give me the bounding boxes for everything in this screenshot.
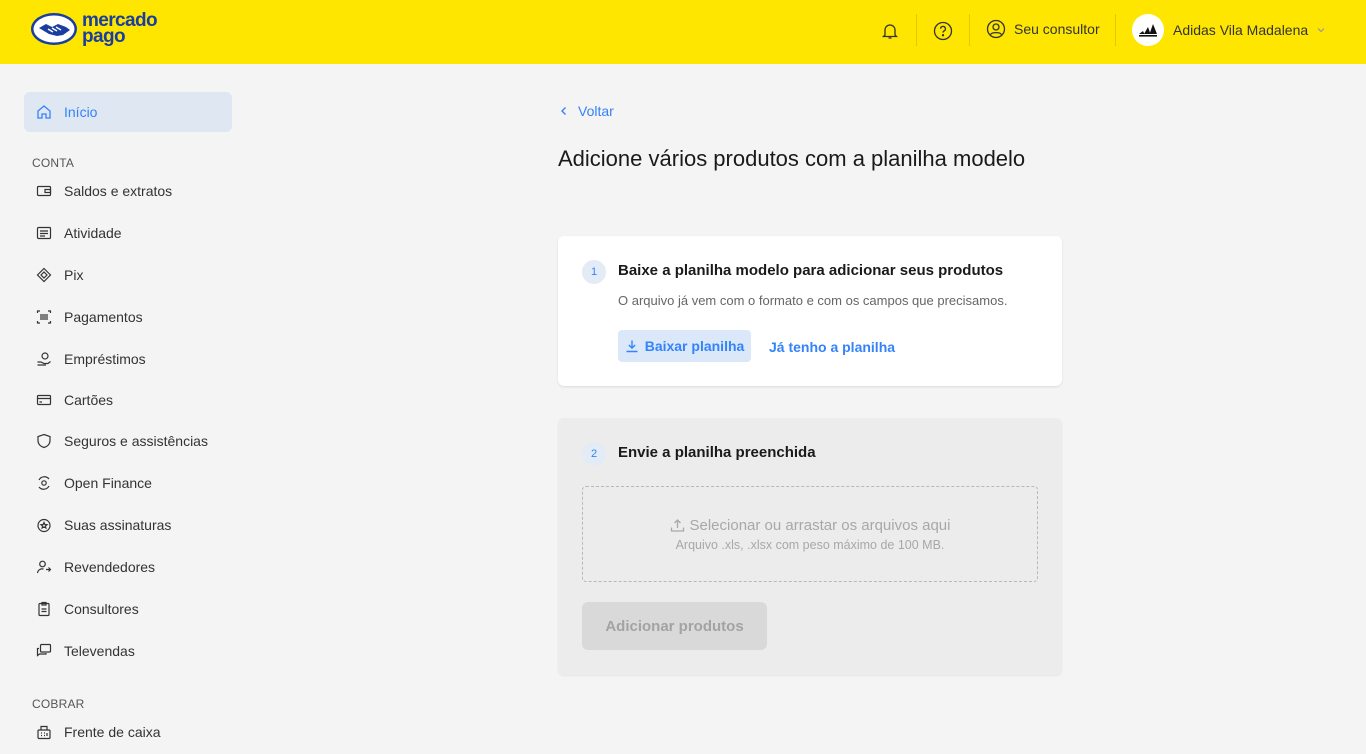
logo-line-2: pago: [82, 26, 126, 47]
section-title-cobrar: COBRAR: [32, 697, 85, 711]
consultor-button[interactable]: Seu consultor: [986, 19, 1100, 39]
question-circle-icon[interactable]: [932, 20, 954, 42]
list-icon: [36, 225, 52, 241]
download-icon: [626, 340, 638, 353]
sidebar-item-label: Revendedores: [64, 559, 156, 575]
upload-icon: [670, 518, 684, 532]
bell-icon[interactable]: [879, 20, 901, 42]
sidebar-item-label: Open Finance: [64, 475, 152, 491]
page-title: Adicione vários produtos com a planilha …: [558, 146, 1026, 171]
back-label: Voltar: [578, 103, 614, 119]
home-icon: [36, 104, 52, 120]
sidebar-item-label: Atividade: [64, 225, 122, 241]
sidebar-item-label: Início: [64, 104, 98, 120]
step-number-1: 1: [582, 260, 606, 284]
loan-icon: [36, 351, 52, 367]
sidebar-item-label: Empréstimos: [64, 351, 146, 367]
sidebar-item-pagamentos[interactable]: Pagamentos: [24, 297, 232, 337]
sidebar-item-emprestimos[interactable]: Empréstimos: [24, 339, 232, 379]
handshake-logo-icon: [31, 13, 77, 45]
sidebar-item-label: Seguros e assistências: [64, 433, 208, 449]
mercado-pago-logo[interactable]: mercado pago: [30, 11, 158, 47]
sidebar-item-televendas[interactable]: Televendas: [24, 631, 232, 671]
sidebar-item-pix[interactable]: Pix: [24, 255, 232, 295]
chat-icon: [36, 643, 52, 659]
dropzone-label: Selecionar ou arrastar os arquivos aqui: [689, 516, 951, 534]
header-divider: [916, 14, 917, 46]
file-dropzone[interactable]: Selecionar ou arrastar os arquivos aqui …: [582, 486, 1038, 582]
sidebar-item-consultores[interactable]: Consultores: [24, 589, 232, 629]
sidebar-item-revendedores[interactable]: Revendedores: [24, 547, 232, 587]
sidebar-item-label: Televendas: [64, 643, 135, 659]
sidebar-item-label: Suas assinaturas: [64, 517, 172, 533]
top-header: mercado pago Seu consultor Adidas Vila M…: [0, 0, 1366, 64]
adidas-logo-icon: [1139, 24, 1157, 37]
sidebar-item-assinaturas[interactable]: Suas assinaturas: [24, 505, 232, 545]
sidebar-item-label: Saldos e extratos: [64, 183, 173, 199]
barcode-icon: [36, 309, 52, 325]
chevron-left-icon: [561, 107, 566, 115]
account-menu[interactable]: Adidas Vila Madalena: [1132, 14, 1326, 46]
logo-wordmark: mercado pago: [82, 11, 158, 47]
step-title-2: Envie a planilha preenchida: [618, 444, 816, 461]
account-name: Adidas Vila Madalena: [1173, 22, 1309, 38]
sidebar-item-frente-de-caixa[interactable]: Frente de caixa: [24, 712, 232, 752]
card-icon: [36, 392, 52, 408]
sidebar-item-open-finance[interactable]: Open Finance: [24, 463, 232, 503]
sidebar-item-inicio[interactable]: Início: [24, 92, 232, 132]
step-title-1: Baixe a planilha modelo para adicionar s…: [618, 262, 1004, 279]
chevron-down-icon: [1317, 28, 1325, 33]
pix-icon: [36, 267, 52, 283]
download-label: Baixar planilha: [644, 338, 745, 354]
sidebar-item-atividade[interactable]: Atividade: [24, 213, 232, 253]
clipboard-icon: [36, 601, 52, 617]
resellers-icon: [36, 559, 52, 575]
avatar: [1132, 14, 1164, 46]
header-divider: [969, 14, 970, 46]
dropzone-hint: Arquivo .xls, .xlsx com peso máximo de 1…: [675, 537, 945, 552]
step-number-2: 2: [582, 442, 606, 466]
sidebar-item-label: Pagamentos: [64, 309, 143, 325]
back-link[interactable]: Voltar: [558, 103, 614, 119]
header-divider: [1115, 14, 1116, 46]
user-circle-icon: [986, 19, 1006, 39]
subscription-icon: [36, 517, 52, 533]
sidebar-item-seguros[interactable]: Seguros e assistências: [24, 421, 232, 461]
consultor-label: Seu consultor: [1014, 21, 1100, 37]
sidebar: Início CONTA Saldos e extratos Atividade…: [0, 64, 256, 754]
sidebar-item-cartoes[interactable]: Cartões: [24, 380, 232, 420]
sidebar-item-label: Frente de caixa: [64, 724, 161, 740]
add-products-button[interactable]: Adicionar produtos: [582, 602, 767, 650]
sidebar-item-label: Cartões: [64, 392, 114, 408]
dropzone-main-text: Selecionar ou arrastar os arquivos aqui: [670, 516, 951, 534]
download-spreadsheet-button[interactable]: Baixar planilha: [618, 330, 751, 362]
sidebar-item-saldos[interactable]: Saldos e extratos: [24, 171, 232, 211]
open-finance-icon: [36, 475, 52, 491]
sidebar-item-label: Pix: [64, 267, 84, 283]
already-have-spreadsheet-link[interactable]: Já tenho a planilha: [769, 339, 895, 355]
step-download-card: 1 Baixe a planilha modelo para adicionar…: [558, 236, 1062, 386]
section-title-conta: CONTA: [32, 156, 75, 170]
step-description-1: O arquivo já vem com o formato e com os …: [618, 293, 1008, 308]
wallet-icon: [36, 183, 52, 199]
step-upload-card: 2 Envie a planilha preenchida Selecionar…: [558, 418, 1062, 675]
sidebar-item-label: Consultores: [64, 601, 139, 617]
shield-icon: [36, 433, 52, 449]
register-icon: [36, 724, 52, 740]
